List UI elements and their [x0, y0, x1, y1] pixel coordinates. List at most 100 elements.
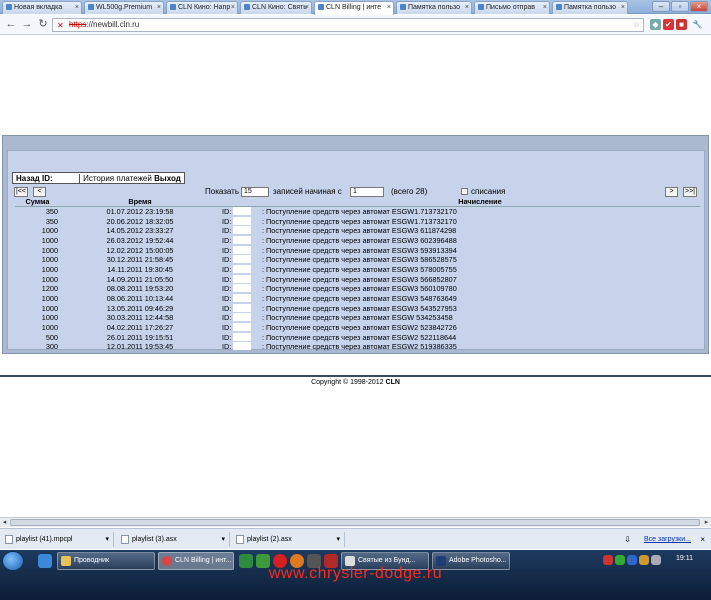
- task-label: Святые из Бунд...: [358, 557, 416, 564]
- prev-page-button[interactable]: <: [33, 187, 46, 197]
- cell-sum: 1000: [41, 294, 58, 304]
- cell-sum: 1000: [41, 303, 58, 313]
- id-masked: [233, 313, 252, 322]
- writeoffs-checkbox[interactable]: [461, 188, 468, 195]
- id-masked: [233, 342, 252, 351]
- first-page-button[interactable]: |<<: [14, 187, 28, 197]
- table-row: 1000 30.03.2011 12:44:58 ID:: Поступление …: [15, 313, 700, 323]
- id-prefix: ID:: [222, 245, 232, 255]
- tab-label: Памятка пользо: [564, 4, 617, 11]
- volume-icon[interactable]: [651, 555, 661, 565]
- close-window-button[interactable]: ×: [690, 1, 708, 12]
- cell-time: 26.03.2012 19:52:44: [106, 235, 174, 245]
- back-arrow-icon[interactable]: ←: [4, 18, 18, 32]
- tab-memo-2[interactable]: Памятка пользо ×: [552, 1, 628, 14]
- minimize-button[interactable]: –: [652, 1, 670, 12]
- close-icon[interactable]: ×: [543, 2, 547, 13]
- id-masked: [233, 274, 252, 283]
- cell-sum: 1000: [41, 226, 58, 236]
- page-icon: [556, 4, 562, 10]
- tab-wl500g[interactable]: WL500g.Premium ×: [84, 1, 164, 14]
- chevron-down-icon[interactable]: ▾: [105, 532, 109, 547]
- copyright-brand: CLN: [385, 379, 400, 386]
- tab-label: Письмо отправ: [486, 4, 535, 11]
- cell-id: ID:: [220, 342, 260, 352]
- tab-label: WL500g.Premium: [96, 4, 153, 11]
- cell-charge: : Поступление средств через автомат ESGW…: [262, 342, 457, 352]
- download-label: playlist (41).mpcpl: [16, 536, 73, 543]
- tray-icon[interactable]: [603, 555, 613, 565]
- history-link[interactable]: История платежей: [79, 174, 152, 183]
- table-row: 1000 14.05.2012 23:33:27 ID:: Поступление …: [15, 226, 700, 236]
- close-icon[interactable]: ×: [387, 2, 391, 13]
- scroll-left-icon[interactable]: ◂: [0, 518, 9, 527]
- next-page-button[interactable]: >: [665, 187, 678, 197]
- wrench-icon[interactable]: 🔧: [692, 19, 703, 30]
- cell-time: 12.02.2012 15:00:05: [106, 245, 174, 255]
- chevron-down-icon[interactable]: ▾: [336, 532, 340, 547]
- close-icon[interactable]: ×: [700, 532, 705, 547]
- tab-letter-sent[interactable]: Письмо отправ ×: [474, 1, 550, 14]
- show-all-downloads-link[interactable]: Все загрузки...: [644, 532, 691, 547]
- close-icon[interactable]: ×: [231, 2, 235, 13]
- address-input[interactable]: ✕ https://newbill.cln.ru ☆: [52, 18, 644, 32]
- close-icon[interactable]: ×: [305, 2, 309, 13]
- table-header-row: Сумма Время Начисление: [15, 197, 700, 207]
- file-icon: [121, 535, 129, 544]
- id-masked: [54, 173, 77, 182]
- chevron-down-icon[interactable]: ▾: [221, 532, 225, 547]
- cell-id: ID:: [220, 226, 260, 236]
- download-item[interactable]: playlist (2).asx ▾: [233, 532, 345, 547]
- cell-charge: : Поступление средств через автомат ESGW…: [262, 235, 457, 245]
- cell-sum: 1000: [41, 245, 58, 255]
- cell-time: 01.07.2012 23:19:58: [106, 207, 174, 217]
- tab-cln-kino-1[interactable]: CLN Кино: Напр ×: [166, 1, 238, 14]
- id-prefix: ID:: [222, 342, 232, 352]
- cell-id: ID:: [220, 294, 260, 304]
- tab-cln-kino-2[interactable]: CLN Кино: Свять ×: [240, 1, 312, 14]
- id-prefix: ID:: [222, 207, 232, 217]
- cell-id: ID:: [220, 245, 260, 255]
- close-icon[interactable]: ×: [75, 2, 79, 13]
- id-prefix: ID:: [222, 313, 232, 323]
- cell-id: ID:: [220, 207, 260, 217]
- bookmark-icon[interactable]: ✔: [663, 19, 674, 30]
- close-icon[interactable]: ×: [157, 2, 161, 13]
- tab-new[interactable]: Новая вкладка ×: [2, 1, 82, 14]
- star-icon[interactable]: ☆: [633, 19, 640, 31]
- extension-icon[interactable]: ◆: [650, 19, 661, 30]
- tab-cln-billing[interactable]: CLN Billing | инте ×: [314, 1, 394, 15]
- file-icon: [236, 535, 244, 544]
- tray-icon[interactable]: [615, 555, 625, 565]
- horizontal-scrollbar[interactable]: ◂ ▸: [0, 517, 711, 527]
- start-record-input[interactable]: 1: [350, 187, 384, 197]
- cell-sum: 1000: [41, 235, 58, 245]
- exit-link[interactable]: Выход: [154, 174, 181, 183]
- clock[interactable]: 19:11: [676, 555, 693, 562]
- id-masked: [233, 226, 252, 235]
- tray-icon[interactable]: [639, 555, 649, 565]
- tray-icon[interactable]: [627, 555, 637, 565]
- scroll-right-icon[interactable]: ▸: [702, 518, 711, 527]
- reload-icon[interactable]: ↻: [36, 18, 50, 32]
- page-icon: [478, 4, 484, 10]
- cell-charge: : Поступление средств через автомат ESGW…: [262, 255, 457, 265]
- cell-id: ID:: [220, 284, 260, 294]
- broken-lock-icon: ✕: [57, 21, 64, 30]
- download-item[interactable]: playlist (41).mpcpl ▾: [2, 532, 114, 547]
- table-row: 1000 14.11.2011 19:30:45 ID:: Поступление …: [15, 264, 700, 275]
- scrollbar-thumb[interactable]: [10, 519, 700, 526]
- close-icon[interactable]: ×: [621, 2, 625, 13]
- page-icon: [244, 4, 250, 10]
- download-item[interactable]: playlist (3).asx ▾: [118, 532, 230, 547]
- back-link[interactable]: Назад: [16, 174, 40, 183]
- forward-arrow-icon[interactable]: →: [20, 18, 34, 32]
- downloads-bar: playlist (41).mpcpl ▾ playlist (3).asx ▾ p…: [0, 528, 711, 549]
- tab-memo-1[interactable]: Памятка пользо ×: [396, 1, 472, 14]
- maximize-button[interactable]: ▫: [671, 1, 689, 12]
- records-from-label: записей начиная с: [273, 187, 342, 196]
- addon-icon[interactable]: ■: [676, 19, 687, 30]
- close-icon[interactable]: ×: [465, 2, 469, 13]
- last-page-button[interactable]: >>|: [683, 187, 697, 197]
- page-size-input[interactable]: 15: [241, 187, 269, 197]
